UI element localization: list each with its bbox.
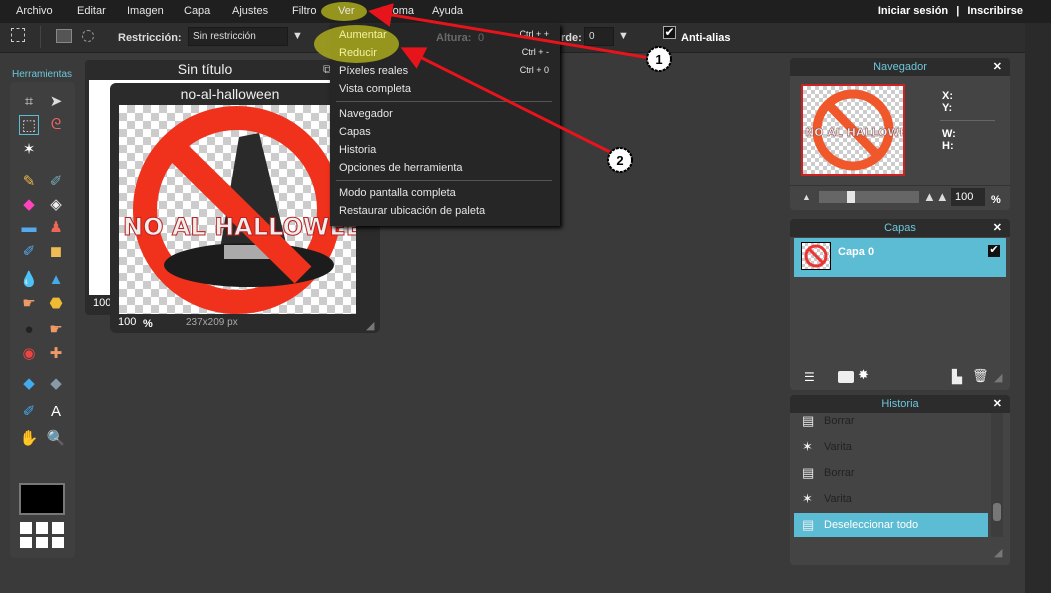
annotation-arrow-2 [400, 47, 611, 154]
callout-2-label: 2 [616, 153, 623, 168]
annotation-arrow-1 [368, 3, 651, 60]
callout-1-label: 1 [655, 52, 662, 67]
annotation-overlay: 1 2 [368, 3, 672, 173]
